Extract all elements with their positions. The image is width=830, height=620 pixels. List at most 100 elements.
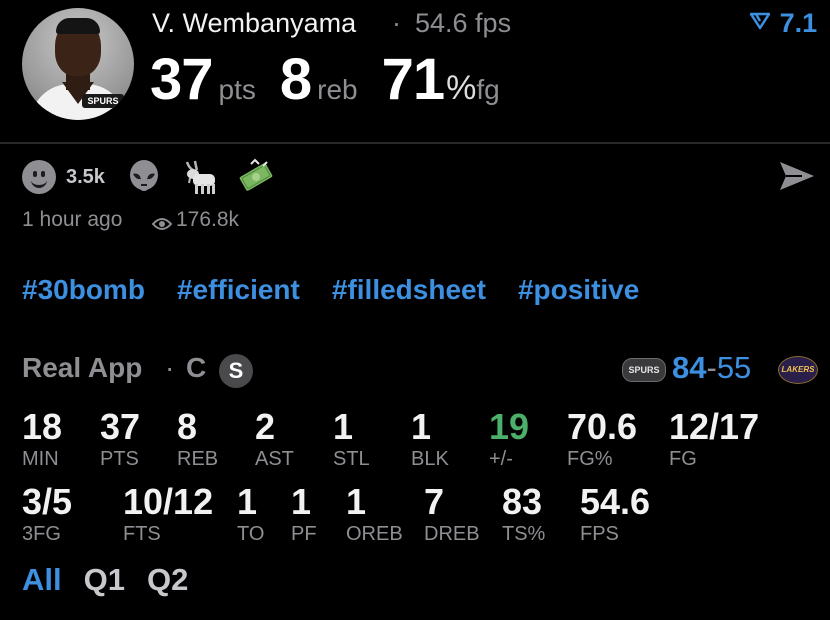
stat-plus-minus: 19 +/-: [489, 406, 529, 471]
stat-fps: 54.6 FPS: [580, 481, 650, 546]
post-time: 1 hour ago: [22, 208, 123, 231]
player-name[interactable]: V. Wembanyama: [152, 8, 356, 39]
share-icon[interactable]: [778, 160, 816, 192]
headline-pts-value: 37: [150, 47, 214, 112]
headline-pts-unit: pts: [218, 74, 256, 105]
away-score: 55: [716, 350, 752, 385]
lakers-logo-icon: LAKERS: [778, 356, 818, 384]
avatar-hair: [56, 18, 100, 34]
stat-ast: 2 AST: [255, 406, 294, 471]
stat-dreb: 7 DREB: [424, 481, 480, 546]
app-separator: ·: [165, 352, 175, 383]
rating-chevron-icon: [749, 12, 776, 35]
tab-q1[interactable]: Q1: [84, 562, 125, 598]
stat-stl: 1 STL: [333, 406, 370, 471]
stat-fts: 10/12 FTS: [123, 481, 213, 546]
stat-oreb: 1 OREB: [346, 481, 403, 546]
headline-fg-unit: fg: [476, 74, 500, 105]
stat-blk: 1 BLK: [411, 406, 449, 471]
stat-value: 12/17: [669, 406, 760, 447]
stat-value: 8: [177, 406, 198, 447]
stat-label: BLK: [411, 448, 449, 470]
rating-badge[interactable]: 7.1: [749, 8, 818, 39]
stat-label: FPS: [580, 523, 619, 545]
stat-fg-pct: 70.6 FG%: [567, 406, 637, 471]
tab-q2[interactable]: Q2: [147, 562, 188, 598]
reaction-smile-button[interactable]: 3.5k: [22, 160, 105, 194]
avatar-jersey-logo: SPURS: [82, 94, 124, 108]
stat-value: 1: [291, 481, 312, 522]
stat-pts: 37 PTS: [100, 406, 140, 471]
stat-value: 10/12: [123, 481, 214, 522]
stat-label: MIN: [22, 448, 59, 470]
rating-value: 7.1: [779, 8, 818, 38]
stat-3fg: 3/5 3FG: [22, 481, 72, 546]
stat-pf: 1 PF: [291, 481, 317, 546]
stat-value: 54.6: [580, 481, 651, 522]
stat-value: 3/5: [22, 481, 73, 522]
goat-icon[interactable]: [181, 158, 219, 196]
headline-fg-value: 71: [381, 47, 446, 112]
position-label: C: [186, 352, 207, 383]
stat-ts-pct: 83 TS%: [502, 481, 545, 546]
stat-label: FTS: [123, 523, 161, 545]
home-score: 84: [672, 350, 707, 385]
eye-icon: [151, 213, 173, 230]
hashtag[interactable]: #efficient: [177, 274, 300, 306]
stat-value: 1: [411, 406, 432, 447]
stat-value: 2: [255, 406, 276, 447]
headline-fg-pct: %: [446, 69, 477, 107]
stat-label: PTS: [100, 448, 139, 470]
smile-icon: [22, 160, 56, 194]
period-tabs: All Q1 Q2: [22, 562, 210, 598]
stat-value: 1: [346, 481, 367, 522]
header-divider: [0, 142, 830, 144]
reactions-bar: 3.5k: [22, 158, 293, 196]
headline-reb-unit: reb: [317, 74, 358, 105]
reaction-count: 3.5k: [66, 165, 105, 188]
stat-label: TS%: [502, 523, 546, 545]
stat-label: PF: [291, 523, 317, 545]
name-separator: ·: [392, 8, 401, 38]
starter-badge: S: [219, 354, 253, 388]
stat-value: 1: [333, 406, 354, 447]
stat-value: 7: [424, 481, 445, 522]
player-fps: 54.6 fps: [415, 8, 512, 38]
headline-reb-value: 8: [279, 47, 312, 112]
view-count: 176.8k: [151, 208, 240, 232]
hashtag[interactable]: #positive: [518, 274, 639, 306]
headline-stats: 37 pts 8 reb 71 % fg: [150, 46, 524, 113]
alien-icon[interactable]: [125, 158, 163, 196]
player-avatar[interactable]: SPURS: [22, 8, 134, 120]
stat-label: TO: [237, 523, 265, 545]
stat-label: AST: [255, 448, 294, 470]
stat-value: 83: [502, 481, 543, 522]
spurs-logo-icon: SPURS: [622, 358, 666, 382]
hashtag[interactable]: #filledsheet: [332, 274, 486, 306]
stat-value: 19: [489, 406, 530, 447]
stat-label: FG: [669, 448, 697, 470]
tab-all[interactable]: All: [22, 562, 62, 598]
stat-min: 18 MIN: [22, 406, 62, 471]
stat-label: +/-: [489, 448, 513, 470]
stat-value: 70.6: [567, 406, 638, 447]
stat-fg: 12/17 FG: [669, 406, 759, 471]
view-count-value: 176.8k: [176, 208, 240, 231]
money-icon[interactable]: [237, 158, 275, 196]
stat-label: DREB: [424, 523, 480, 545]
stat-value: 18: [22, 406, 63, 447]
stat-value: 37: [100, 406, 141, 447]
hashtag[interactable]: #30bomb: [22, 274, 145, 306]
hashtag-list: #30bomb #efficient #filledsheet #positiv…: [22, 274, 671, 306]
score-dash: -: [706, 350, 717, 385]
app-label: Real App: [22, 352, 143, 383]
stat-reb: 8 REB: [177, 406, 218, 471]
stat-to: 1 TO: [237, 481, 264, 546]
stat-label: STL: [333, 448, 370, 470]
stat-label: FG%: [567, 448, 613, 470]
game-score[interactable]: 84 - 55: [672, 350, 751, 386]
stat-value: 1: [237, 481, 258, 522]
stat-label: 3FG: [22, 523, 61, 545]
stat-label: OREB: [346, 523, 403, 545]
stat-label: REB: [177, 448, 219, 470]
